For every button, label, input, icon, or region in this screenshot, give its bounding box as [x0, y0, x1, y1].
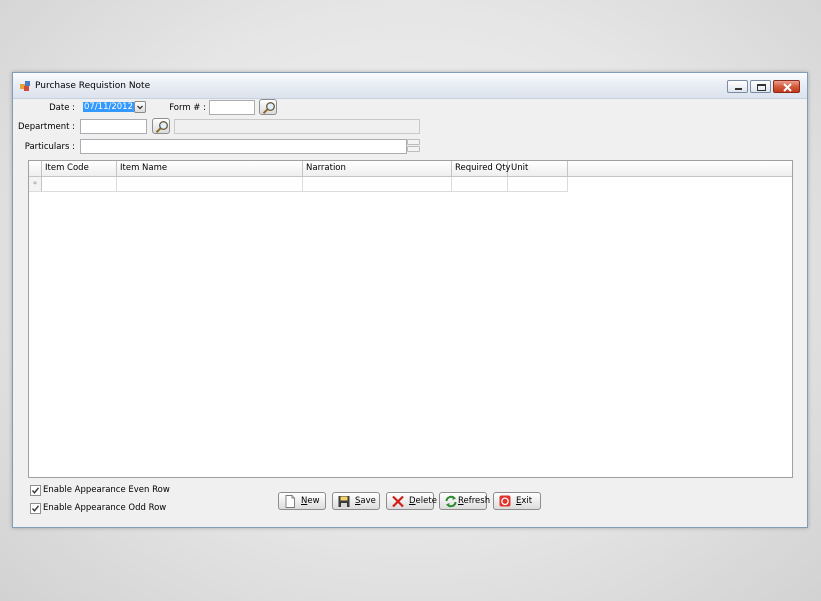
delete-button[interactable]: Delete — [386, 492, 437, 510]
odd-row-checkbox[interactable] — [30, 503, 41, 514]
minimize-icon — [735, 88, 742, 90]
grid-header: Item Code Item Name Narration Required Q… — [29, 161, 792, 177]
column-header-item-name[interactable]: Item Name — [117, 161, 303, 177]
particulars-input[interactable] — [80, 139, 407, 154]
refresh-button[interactable]: Refresh — [439, 492, 491, 510]
cell-required-qty[interactable] — [452, 177, 508, 192]
save-button-label: Save — [355, 496, 376, 506]
cell-narration[interactable] — [303, 177, 452, 192]
form-number-label: Form # : — [169, 103, 206, 113]
items-grid[interactable]: Item Code Item Name Narration Required Q… — [28, 160, 793, 478]
date-dropdown-button[interactable] — [134, 101, 146, 113]
department-code-input[interactable] — [80, 119, 147, 134]
cell-item-code[interactable] — [42, 177, 117, 192]
new-button[interactable]: New — [278, 492, 326, 510]
grid-corner — [29, 161, 42, 177]
app-icon — [20, 81, 30, 91]
maximize-icon — [757, 84, 766, 91]
department-lookup-button[interactable] — [152, 118, 170, 134]
delete-x-icon — [392, 495, 404, 508]
save-icon — [338, 496, 350, 507]
scroll-up-button[interactable] — [407, 139, 420, 145]
minimize-button[interactable] — [727, 80, 748, 93]
close-button[interactable] — [773, 80, 800, 93]
particulars-scroll[interactable] — [407, 139, 420, 153]
chevron-down-icon — [137, 105, 143, 110]
form-number-input[interactable] — [209, 100, 255, 115]
exit-button-label: Exit — [516, 496, 533, 506]
save-button[interactable]: Save — [332, 492, 380, 510]
window-title: Purchase Requistion Note — [35, 81, 151, 91]
particulars-label: Particulars : — [24, 142, 75, 152]
magnifier-icon — [262, 102, 275, 115]
magnifier-icon — [155, 121, 168, 134]
new-document-icon — [285, 495, 295, 508]
odd-row-label[interactable]: Enable Appearance Odd Row — [43, 503, 166, 513]
refresh-button-label: Refresh — [458, 496, 491, 506]
date-value[interactable]: 07/11/2012 — [83, 102, 134, 112]
form-lookup-button[interactable] — [259, 99, 277, 115]
maximize-button[interactable] — [750, 80, 771, 93]
exit-button[interactable]: Exit — [493, 492, 541, 510]
cell-item-name[interactable] — [117, 177, 303, 192]
checkmark-icon — [31, 487, 40, 494]
cell-unit[interactable] — [508, 177, 568, 192]
delete-button-label: Delete — [409, 496, 437, 506]
new-button-label: New — [301, 496, 320, 506]
department-label: Department : — [18, 122, 76, 132]
close-icon — [783, 83, 792, 92]
even-row-checkbox[interactable] — [30, 485, 41, 496]
date-label: Date : — [49, 103, 75, 113]
purchase-requisition-window: Purchase Requistion Note Date : 07/11/20… — [12, 72, 808, 528]
scroll-down-button[interactable] — [407, 146, 420, 152]
department-name-display — [174, 119, 420, 134]
checkmark-icon — [31, 505, 40, 512]
column-header-unit[interactable]: Unit — [508, 161, 568, 177]
new-row-indicator: * — [29, 177, 42, 192]
title-bar[interactable]: Purchase Requistion Note — [13, 73, 807, 99]
even-row-label[interactable]: Enable Appearance Even Row — [43, 485, 170, 495]
column-header-narration[interactable]: Narration — [303, 161, 452, 177]
refresh-icon — [445, 495, 457, 508]
column-header-required-qty[interactable]: Required Qty — [452, 161, 511, 177]
exit-power-icon — [499, 495, 511, 507]
column-header-item-code[interactable]: Item Code — [42, 161, 117, 177]
